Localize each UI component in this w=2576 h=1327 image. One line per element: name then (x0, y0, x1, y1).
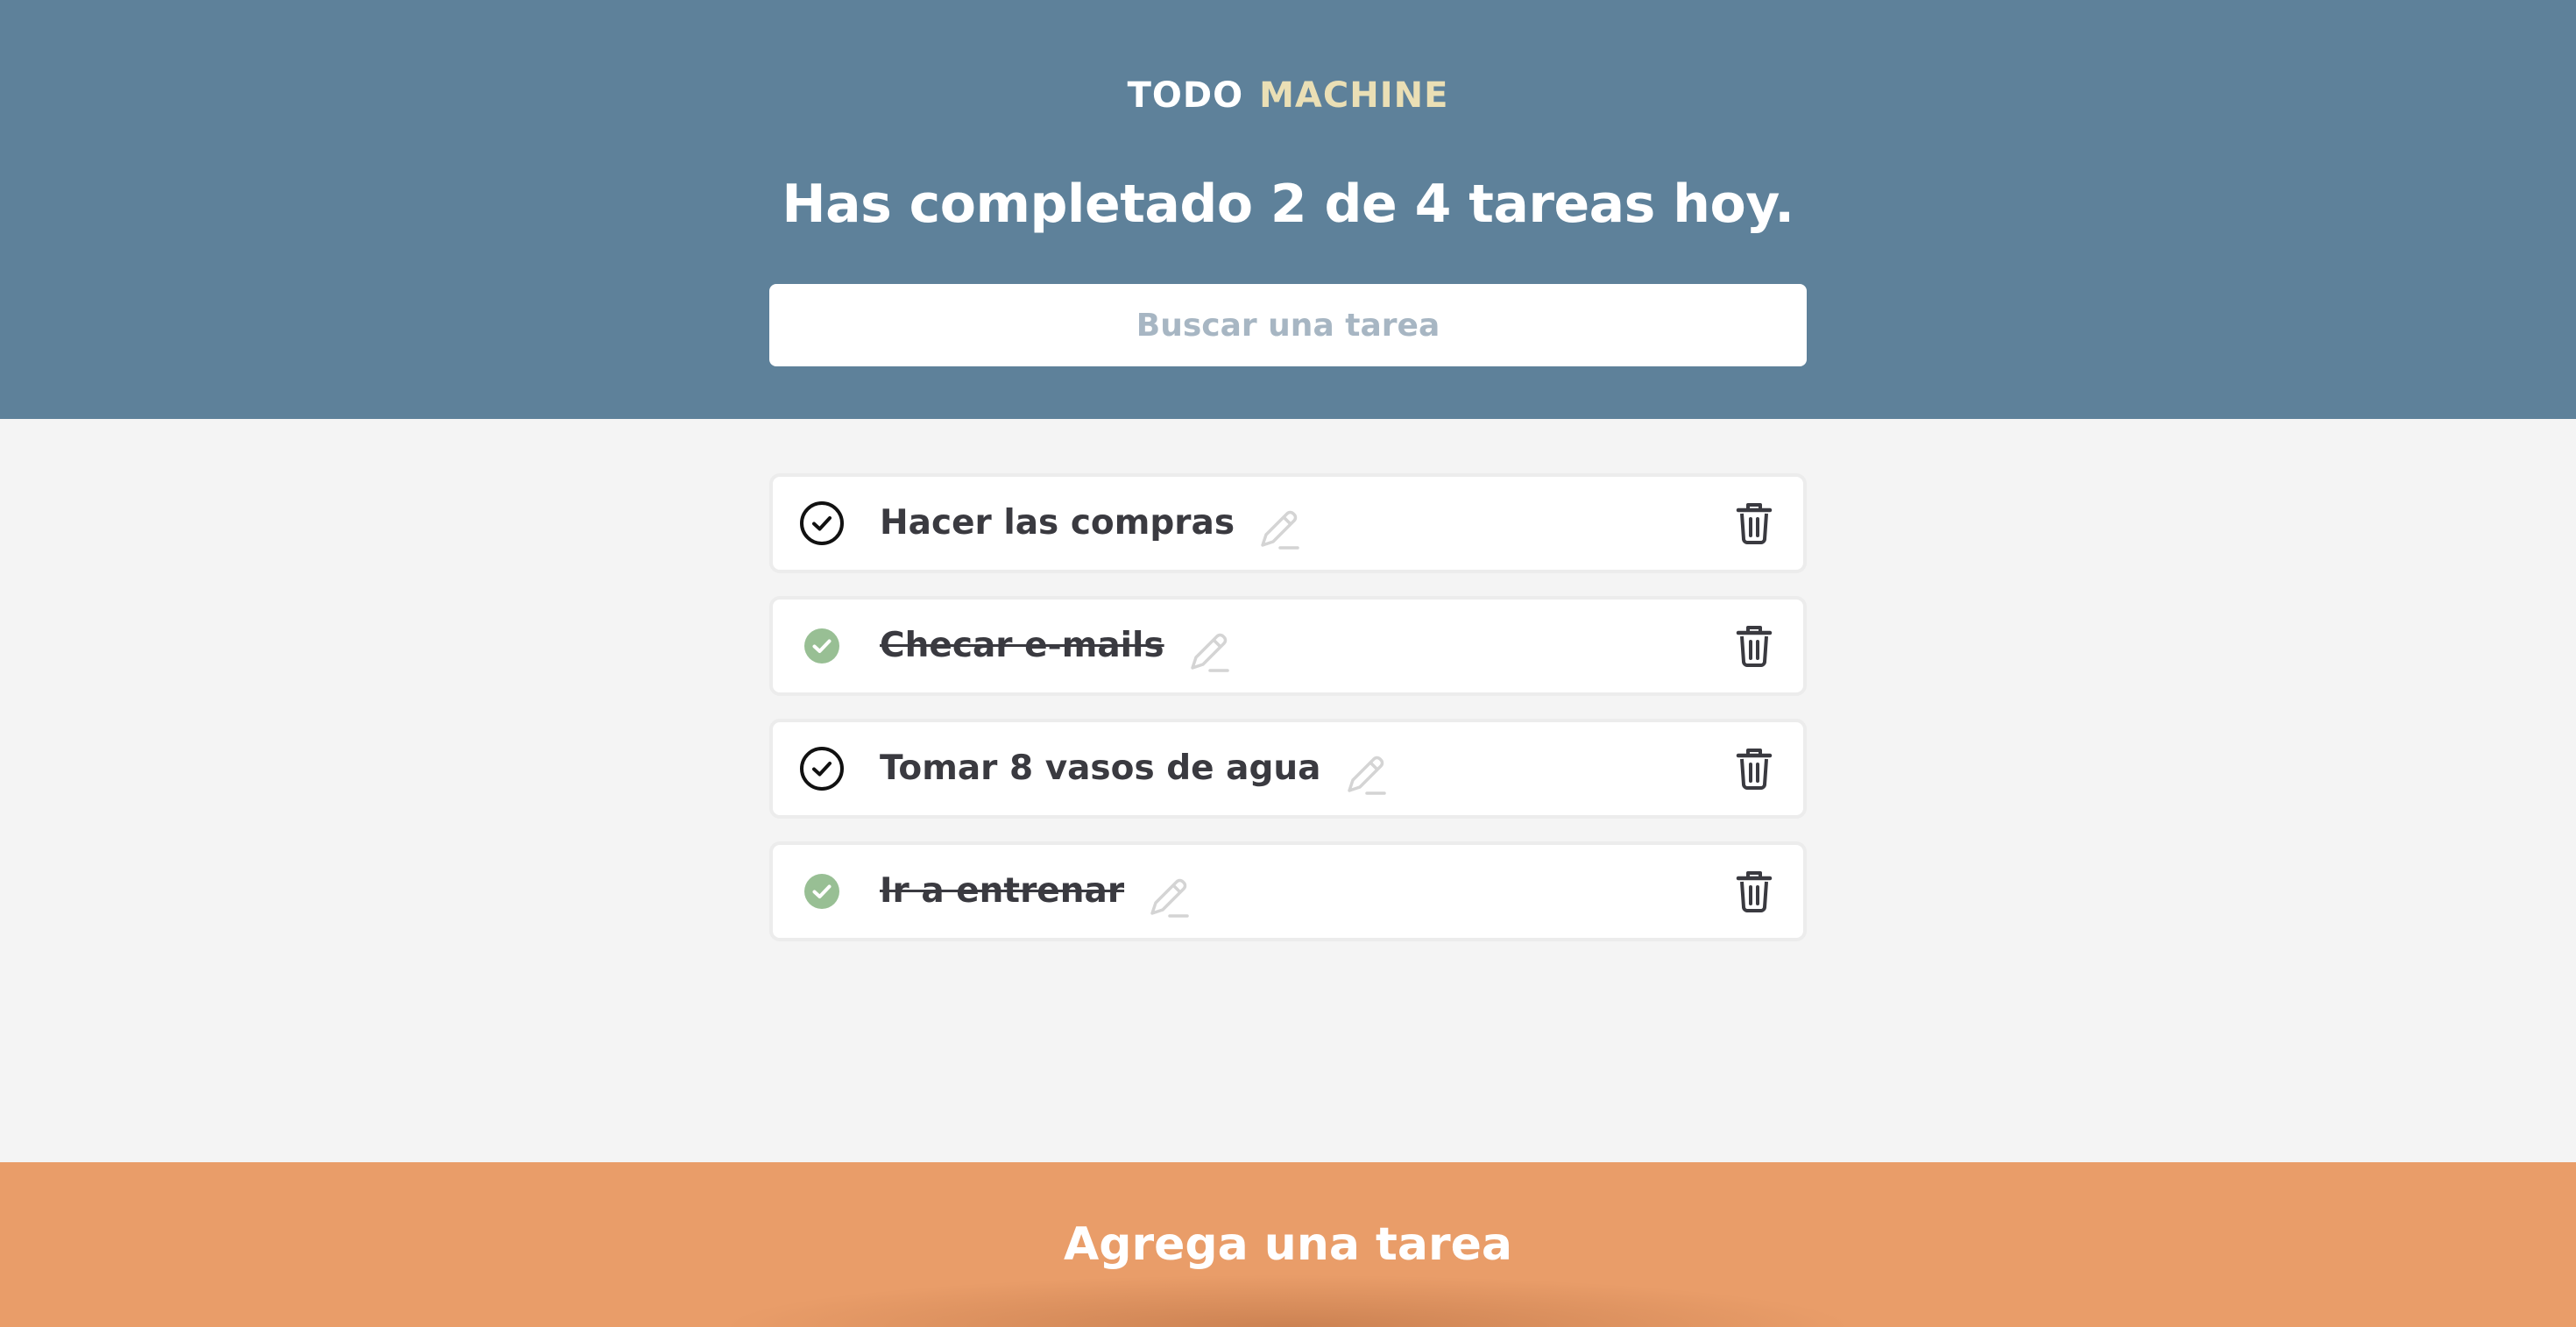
check-icon[interactable] (799, 623, 845, 669)
todo-text: Checar e-mails (880, 626, 1164, 665)
footer-bar: Agrega una tarea (0, 1162, 2576, 1327)
check-icon[interactable] (799, 746, 845, 791)
todo-item: Ir a entrenar (769, 841, 1807, 941)
todo-text: Hacer las compras (880, 503, 1235, 543)
todo-text: Ir a entrenar (880, 871, 1125, 911)
logo-todo: TODO (1127, 75, 1244, 116)
check-icon[interactable] (799, 500, 845, 546)
logo-machine: MACHINE (1259, 75, 1449, 116)
add-task-button[interactable]: Agrega una tarea (0, 1162, 2576, 1327)
app-logo: TODO MACHINE (0, 75, 2576, 116)
trash-icon[interactable] (1731, 623, 1777, 669)
todo-text: Tomar 8 vasos de agua (880, 749, 1321, 788)
todo-counter: Has completado 2 de 4 tareas hoy. (782, 174, 1794, 235)
trash-icon[interactable] (1731, 500, 1777, 546)
pencil-icon[interactable] (1184, 620, 1233, 672)
todo-item: Tomar 8 vasos de agua (769, 719, 1807, 819)
search-input[interactable] (769, 284, 1807, 366)
pencil-icon[interactable] (1143, 865, 1192, 918)
check-icon[interactable] (799, 869, 845, 914)
pencil-icon[interactable] (1341, 742, 1390, 795)
pencil-icon[interactable] (1254, 497, 1303, 550)
trash-icon[interactable] (1731, 869, 1777, 914)
todo-item: Hacer las compras (769, 473, 1807, 573)
app-header: TODO MACHINE Has completado 2 de 4 tareas… (0, 0, 2576, 419)
todo-item: Checar e-mails (769, 596, 1807, 696)
trash-icon[interactable] (1731, 746, 1777, 791)
